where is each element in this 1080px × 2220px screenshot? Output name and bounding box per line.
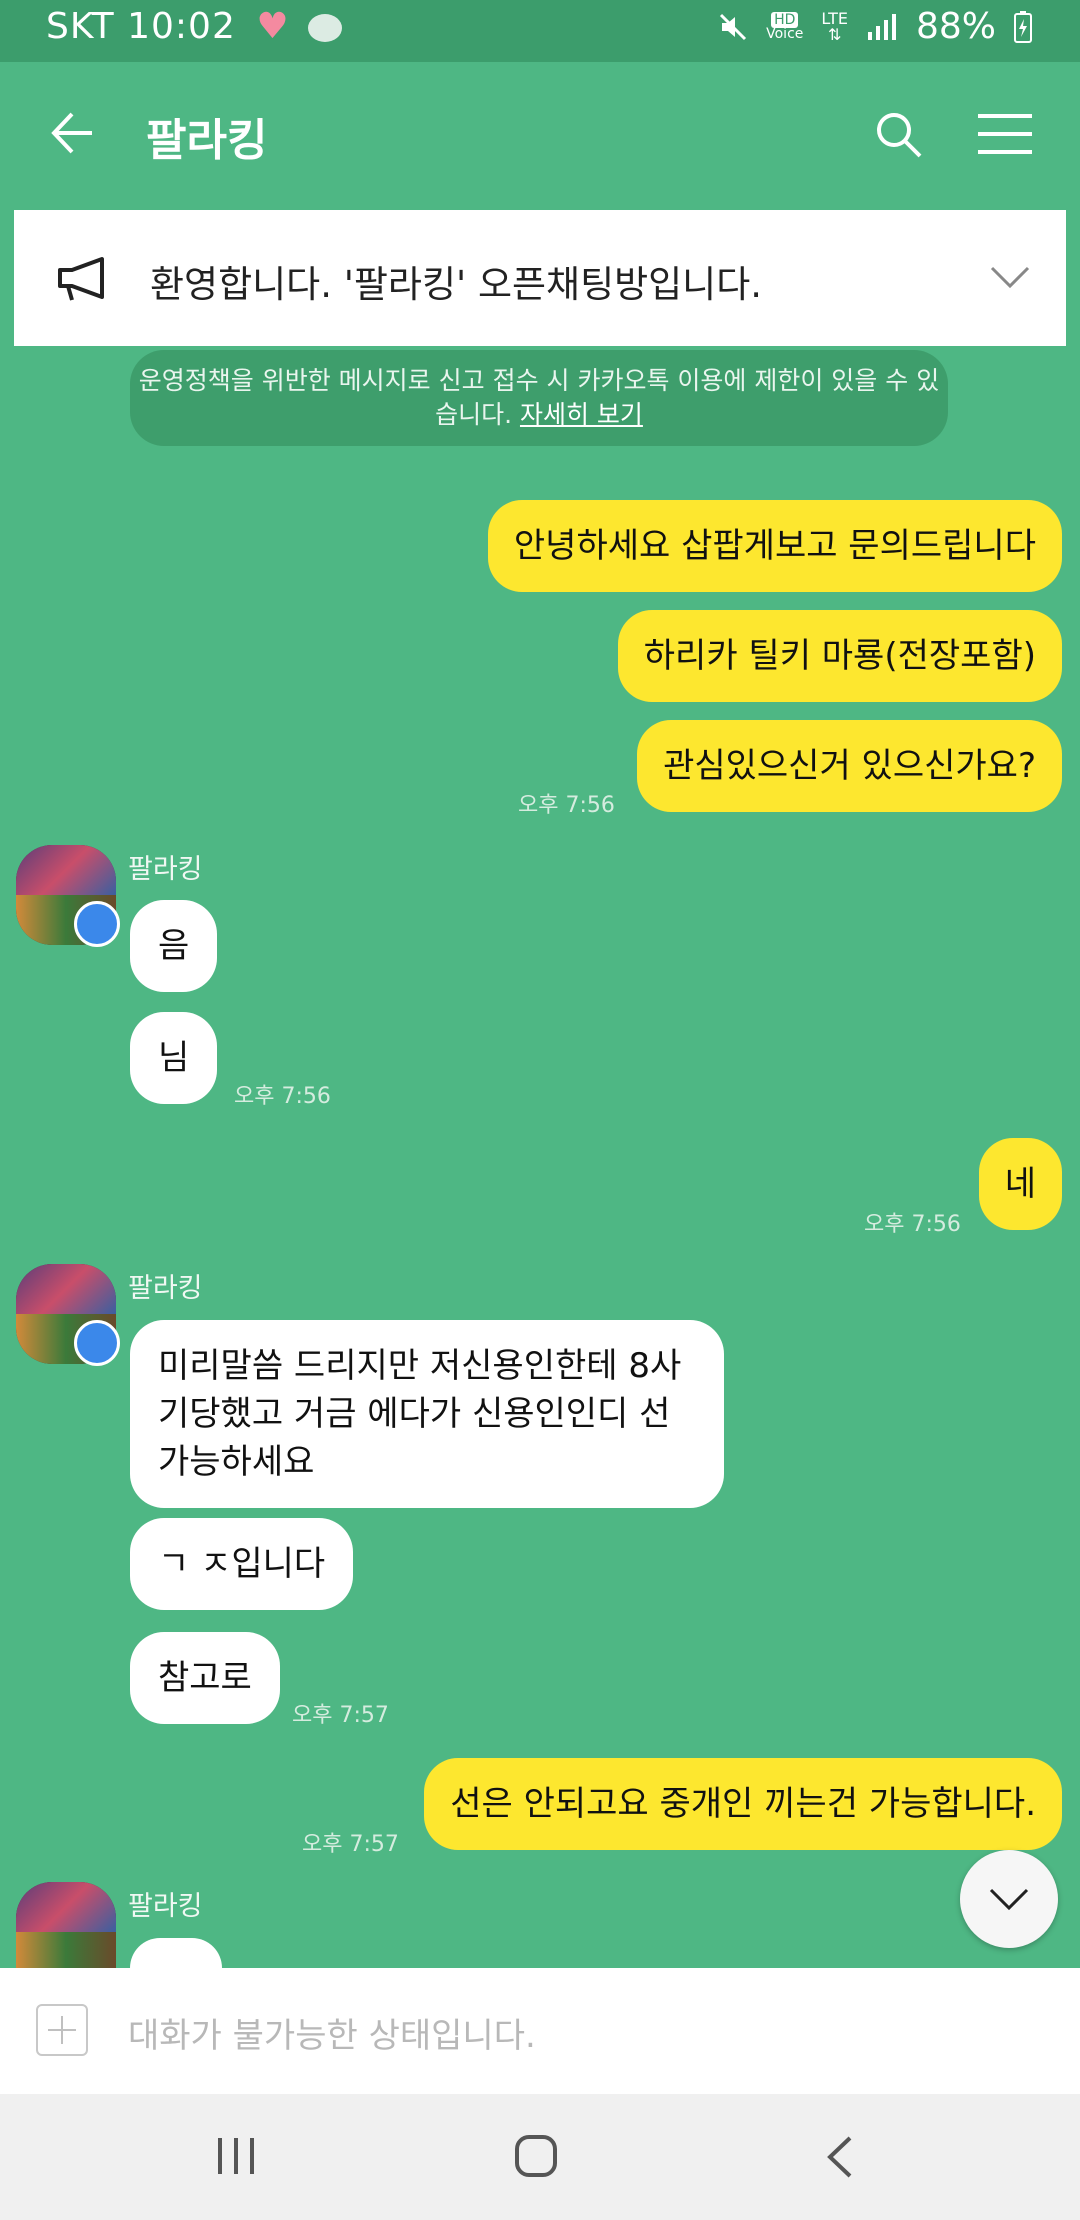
recent-apps-icon[interactable] (214, 2136, 258, 2176)
status-bar: SKT 10:02 ♥ HD Voice LTE ⇅ 88% (0, 0, 1080, 62)
chevron-down-icon[interactable] (990, 266, 1030, 290)
message-input-bar: 대화가 불가능한 상태입니다. (0, 1968, 1080, 2094)
other-message-bubble[interactable]: 음 (130, 900, 218, 992)
notice-banner[interactable]: 환영합니다. '팔라킹' 오픈채팅방입니다. (14, 210, 1066, 346)
back-icon[interactable] (826, 2136, 854, 2178)
other-message-bubble[interactable]: ㄱ ㅈ입니다 (130, 1518, 354, 1610)
my-message-bubble[interactable]: 선은 안되고요 중개인 끼는건 가능합니다. (424, 1758, 1062, 1850)
talk-icon (308, 14, 343, 42)
battery-percent: 88% (915, 6, 996, 47)
add-button[interactable] (36, 2004, 88, 2056)
message-timestamp: 오후 7:56 (518, 793, 615, 818)
avatar[interactable] (16, 1882, 116, 1968)
menu-icon[interactable] (978, 112, 1032, 156)
megaphone-icon (58, 257, 104, 301)
other-message-bubble[interactable]: 참고로 (130, 1632, 280, 1724)
chat-title: 팔라킹 (146, 115, 268, 166)
heart-icon: ♥ (256, 6, 290, 47)
my-message-bubble[interactable]: 하리카 틸키 마룡(전장포함) (617, 610, 1062, 702)
input-disabled-placeholder: 대화가 불가능한 상태입니다. (128, 2016, 536, 2056)
message-timestamp: 오후 7:57 (302, 1832, 399, 1857)
message-timestamp: 오후 7:57 (292, 1703, 389, 1728)
scroll-down-button[interactable] (960, 1850, 1058, 1948)
lte-icon: LTE ⇅ (821, 8, 848, 44)
hd-voice-icon: HD Voice (766, 11, 804, 42)
message-timestamp: 오후 7:56 (864, 1212, 961, 1237)
my-message-bubble[interactable]: 네 (978, 1138, 1062, 1230)
search-icon[interactable] (874, 110, 924, 160)
system-nav-bar (0, 2094, 1080, 2220)
my-message-bubble[interactable]: 안녕하세요 삽팝게보고 문의드립니다 (487, 500, 1062, 592)
plus-icon (48, 2016, 76, 2044)
sender-name: 팔라킹 (128, 1273, 203, 1304)
chevron-down-icon (989, 1888, 1029, 1911)
other-message-bubble[interactable]: 님 (130, 1012, 218, 1104)
policy-detail-link[interactable]: 자세히 보기 (520, 400, 643, 429)
other-message-bubble[interactable]: 미리말씀 드리지만 저신용인한테 8사기당했고 거금 에다가 신용인인디 선가능… (130, 1320, 724, 1508)
back-arrow-icon[interactable] (48, 108, 98, 158)
mute-icon (720, 13, 747, 40)
signal-icon (867, 13, 896, 40)
crown-badge-icon (74, 1320, 120, 1366)
sender-name: 팔라킹 (128, 1891, 203, 1922)
crown-badge-icon (74, 901, 120, 947)
clock: 10:02 (127, 6, 236, 47)
sender-name: 팔라킹 (128, 854, 203, 885)
my-message-bubble[interactable]: 관심있으신거 있으신가요? (637, 720, 1062, 812)
chat-header: 팔라킹 (0, 62, 1080, 210)
message-timestamp: 오후 7:56 (234, 1084, 331, 1109)
policy-notice: 운영정책을 위반한 메시지로 신고 접수 시 카카오톡 이용에 제한이 있을 수… (130, 350, 948, 446)
status-carrier-time: SKT 10:02 ♥ (46, 6, 343, 47)
carrier-label: SKT (46, 6, 115, 47)
other-message-bubble[interactable] (130, 1938, 222, 1968)
notice-text: 환영합니다. '팔라킹' 오픈채팅방입니다. (150, 263, 763, 306)
status-icons: HD Voice LTE ⇅ 88% (718, 6, 1032, 47)
battery-icon (1014, 10, 1032, 43)
home-icon[interactable] (514, 2134, 558, 2178)
